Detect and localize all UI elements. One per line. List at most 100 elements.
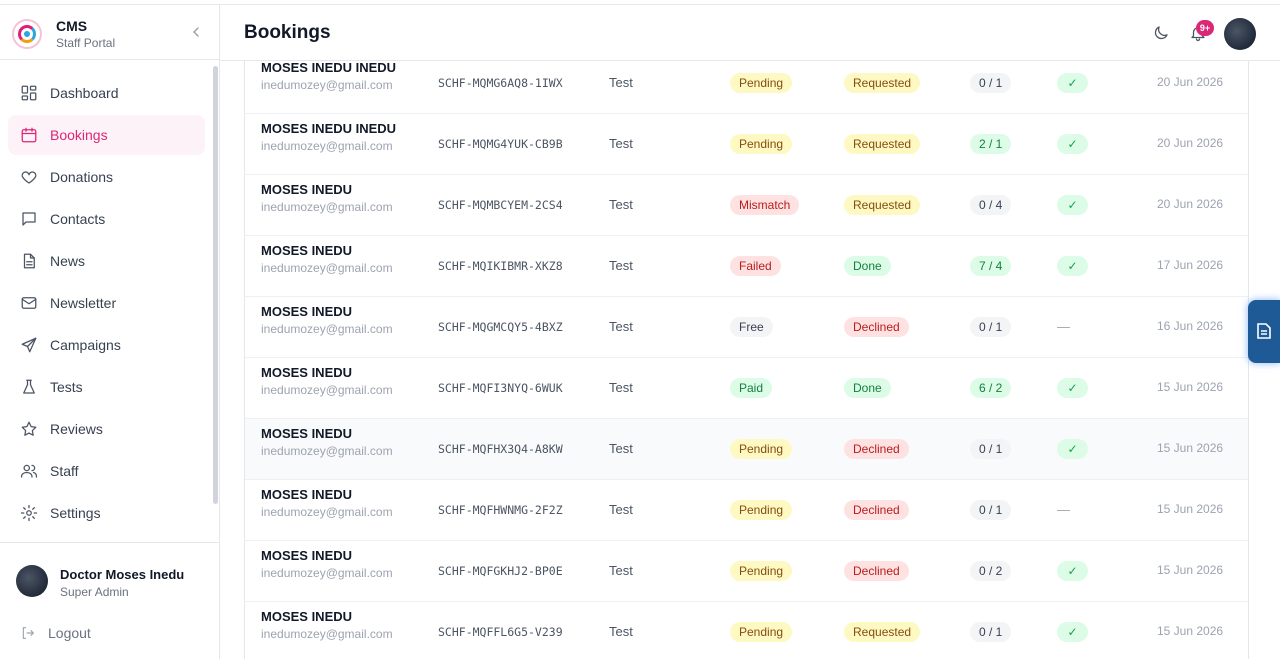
attendee-count-badge: 2 / 1 — [970, 134, 1012, 154]
sidebar-scrollbar[interactable] — [213, 66, 218, 504]
service-type: Test — [609, 441, 633, 456]
bookings-table: MOSES INEDU INEDU inedumozey@gmail.com SCH… — [244, 61, 1249, 659]
sidebar-item-news[interactable]: News — [8, 241, 205, 281]
booking-status-badge: Done — [844, 378, 891, 398]
logo-icon — [12, 19, 42, 49]
payment-status-badge: Pending — [730, 622, 793, 642]
brand: CMS Staff Portal — [0, 5, 219, 60]
customer-name: MOSES INEDU — [261, 609, 353, 624]
attendee-count-badge: 0 / 1 — [970, 317, 1012, 337]
sidebar-item-label: Newsletter — [50, 295, 117, 311]
sidebar-item-settings[interactable]: Settings — [8, 493, 205, 533]
customer-email: inedumozey@gmail.com — [261, 566, 393, 580]
booking-reference: SCHF-MQMG4YUK-CB9B — [438, 137, 563, 151]
sidebar-item-newsletter[interactable]: Newsletter — [8, 283, 205, 323]
customer-email: inedumozey@gmail.com — [261, 139, 393, 153]
star-icon — [21, 421, 37, 436]
service-type: Test — [609, 380, 633, 395]
customer-name: MOSES INEDU — [261, 365, 353, 380]
table-row[interactable]: MOSES INEDU inedumozey@gmail.com SCHF-MQGM… — [245, 297, 1248, 358]
sidebar-item-campaigns[interactable]: Campaigns — [8, 325, 205, 365]
sidebar-item-label: Tests — [50, 379, 83, 395]
verified-empty-dash: — — [1057, 319, 1070, 334]
moon-icon — [1154, 26, 1168, 40]
attendee-count-badge: 0 / 4 — [970, 195, 1012, 215]
payment-status-badge: Pending — [730, 73, 793, 93]
payment-status-badge: Failed — [730, 256, 781, 276]
booking-date: 15 Jun 2026 — [1157, 502, 1224, 516]
booking-date: 15 Jun 2026 — [1157, 624, 1224, 638]
customer-name: MOSES INEDU — [261, 426, 353, 441]
booking-status-badge: Declined — [844, 317, 909, 337]
verified-check-icon: ✓ — [1057, 439, 1088, 459]
flask-icon — [23, 379, 35, 394]
booking-status-badge: Requested — [844, 622, 921, 642]
booking-date: 15 Jun 2026 — [1157, 380, 1224, 394]
booking-date: 15 Jun 2026 — [1157, 441, 1224, 455]
top-header: Bookings 9+ — [220, 5, 1280, 61]
collapse-sidebar-chevron-left-icon[interactable] — [190, 25, 202, 39]
avatar[interactable] — [16, 565, 48, 597]
customer-email: inedumozey@gmail.com — [261, 383, 393, 397]
booking-reference: SCHF-MQFGKHJ2-BP0E — [438, 564, 563, 578]
attendee-count-badge: 0 / 1 — [970, 439, 1012, 459]
table-row[interactable]: MOSES INEDU INEDU inedumozey@gmail.com SCH… — [245, 61, 1248, 114]
dark-mode-toggle[interactable] — [1152, 24, 1170, 42]
customer-email: inedumozey@gmail.com — [261, 322, 393, 336]
page-title: Bookings — [244, 22, 331, 43]
booking-status-badge: Declined — [844, 500, 909, 520]
sidebar: CMS Staff Portal Dashboard Bookings Dona… — [0, 5, 220, 659]
table-row[interactable]: MOSES INEDU inedumozey@gmail.com SCHF-MQFG… — [245, 541, 1248, 602]
sidebar-item-bookings[interactable]: Bookings — [8, 115, 205, 155]
table-row[interactable]: MOSES INEDU INEDU inedumozey@gmail.com SCH… — [245, 114, 1248, 175]
brand-subtitle: Staff Portal — [56, 36, 116, 50]
table-row[interactable]: MOSES INEDU inedumozey@gmail.com SCHF-MQMB… — [245, 175, 1248, 236]
attendee-count-badge: 6 / 2 — [970, 378, 1012, 398]
brand-title: CMS — [56, 18, 88, 34]
verified-check-icon: ✓ — [1057, 73, 1088, 93]
table-row[interactable]: MOSES INEDU inedumozey@gmail.com SCHF-MQFI… — [245, 358, 1248, 419]
logout-button[interactable]: Logout — [20, 625, 91, 641]
customer-email: inedumozey@gmail.com — [261, 261, 393, 275]
side-panel-tab[interactable] — [1248, 300, 1280, 363]
payment-status-badge: Pending — [730, 439, 793, 459]
verified-check-icon: ✓ — [1057, 622, 1088, 642]
verified-check-icon: ✓ — [1057, 378, 1088, 398]
table-row[interactable]: MOSES INEDU inedumozey@gmail.com SCHF-MQIK… — [245, 236, 1248, 297]
sidebar-item-label: Campaigns — [50, 337, 121, 353]
message-icon — [22, 212, 36, 226]
customer-email: inedumozey@gmail.com — [261, 444, 393, 458]
sidebar-item-reviews[interactable]: Reviews — [8, 409, 205, 449]
booking-reference: SCHF-MQGMCQY5-4BXZ — [438, 320, 563, 334]
customer-name: MOSES INEDU — [261, 487, 353, 502]
booking-reference: SCHF-MQMG6AQ8-1IWX — [438, 76, 563, 90]
sidebar-item-staff[interactable]: Staff — [8, 451, 205, 491]
attendee-count-badge: 0 / 1 — [970, 73, 1012, 93]
booking-date: 15 Jun 2026 — [1157, 563, 1224, 577]
table-row[interactable]: MOSES INEDU inedumozey@gmail.com SCHF-MQFF… — [245, 602, 1248, 659]
sidebar-item-tests[interactable]: Tests — [8, 367, 205, 407]
mail-icon — [21, 297, 37, 309]
sidebar-item-donations[interactable]: Donations — [8, 157, 205, 197]
sidebar-item-label: Reviews — [50, 421, 103, 437]
sidebar-item-dashboard[interactable]: Dashboard — [8, 73, 205, 113]
payment-status-badge: Pending — [730, 500, 793, 520]
booking-date: 20 Jun 2026 — [1157, 75, 1224, 89]
send-icon — [21, 337, 37, 353]
service-type: Test — [609, 563, 633, 578]
table-row[interactable]: MOSES INEDU inedumozey@gmail.com SCHF-MQFH… — [245, 419, 1248, 480]
verified-check-icon: ✓ — [1057, 195, 1088, 215]
booking-reference: SCHF-MQFHX3Q4-A8KW — [438, 442, 563, 456]
sidebar-item-label: Staff — [50, 463, 79, 479]
table-row[interactable]: MOSES INEDU inedumozey@gmail.com SCHF-MQFH… — [245, 480, 1248, 541]
customer-name: MOSES INEDU — [261, 304, 353, 319]
sidebar-item-label: Settings — [50, 505, 101, 521]
customer-name: MOSES INEDU — [261, 182, 353, 197]
booking-status-badge: Declined — [844, 561, 909, 581]
document-icon — [1257, 323, 1271, 339]
avatar[interactable] — [1224, 18, 1256, 50]
payment-status-badge: Mismatch — [730, 195, 800, 215]
sidebar-item-contacts[interactable]: Contacts — [8, 199, 205, 239]
booking-reference: SCHF-MQFFL6G5-V239 — [438, 625, 563, 639]
sidebar-item-label: News — [50, 253, 86, 269]
